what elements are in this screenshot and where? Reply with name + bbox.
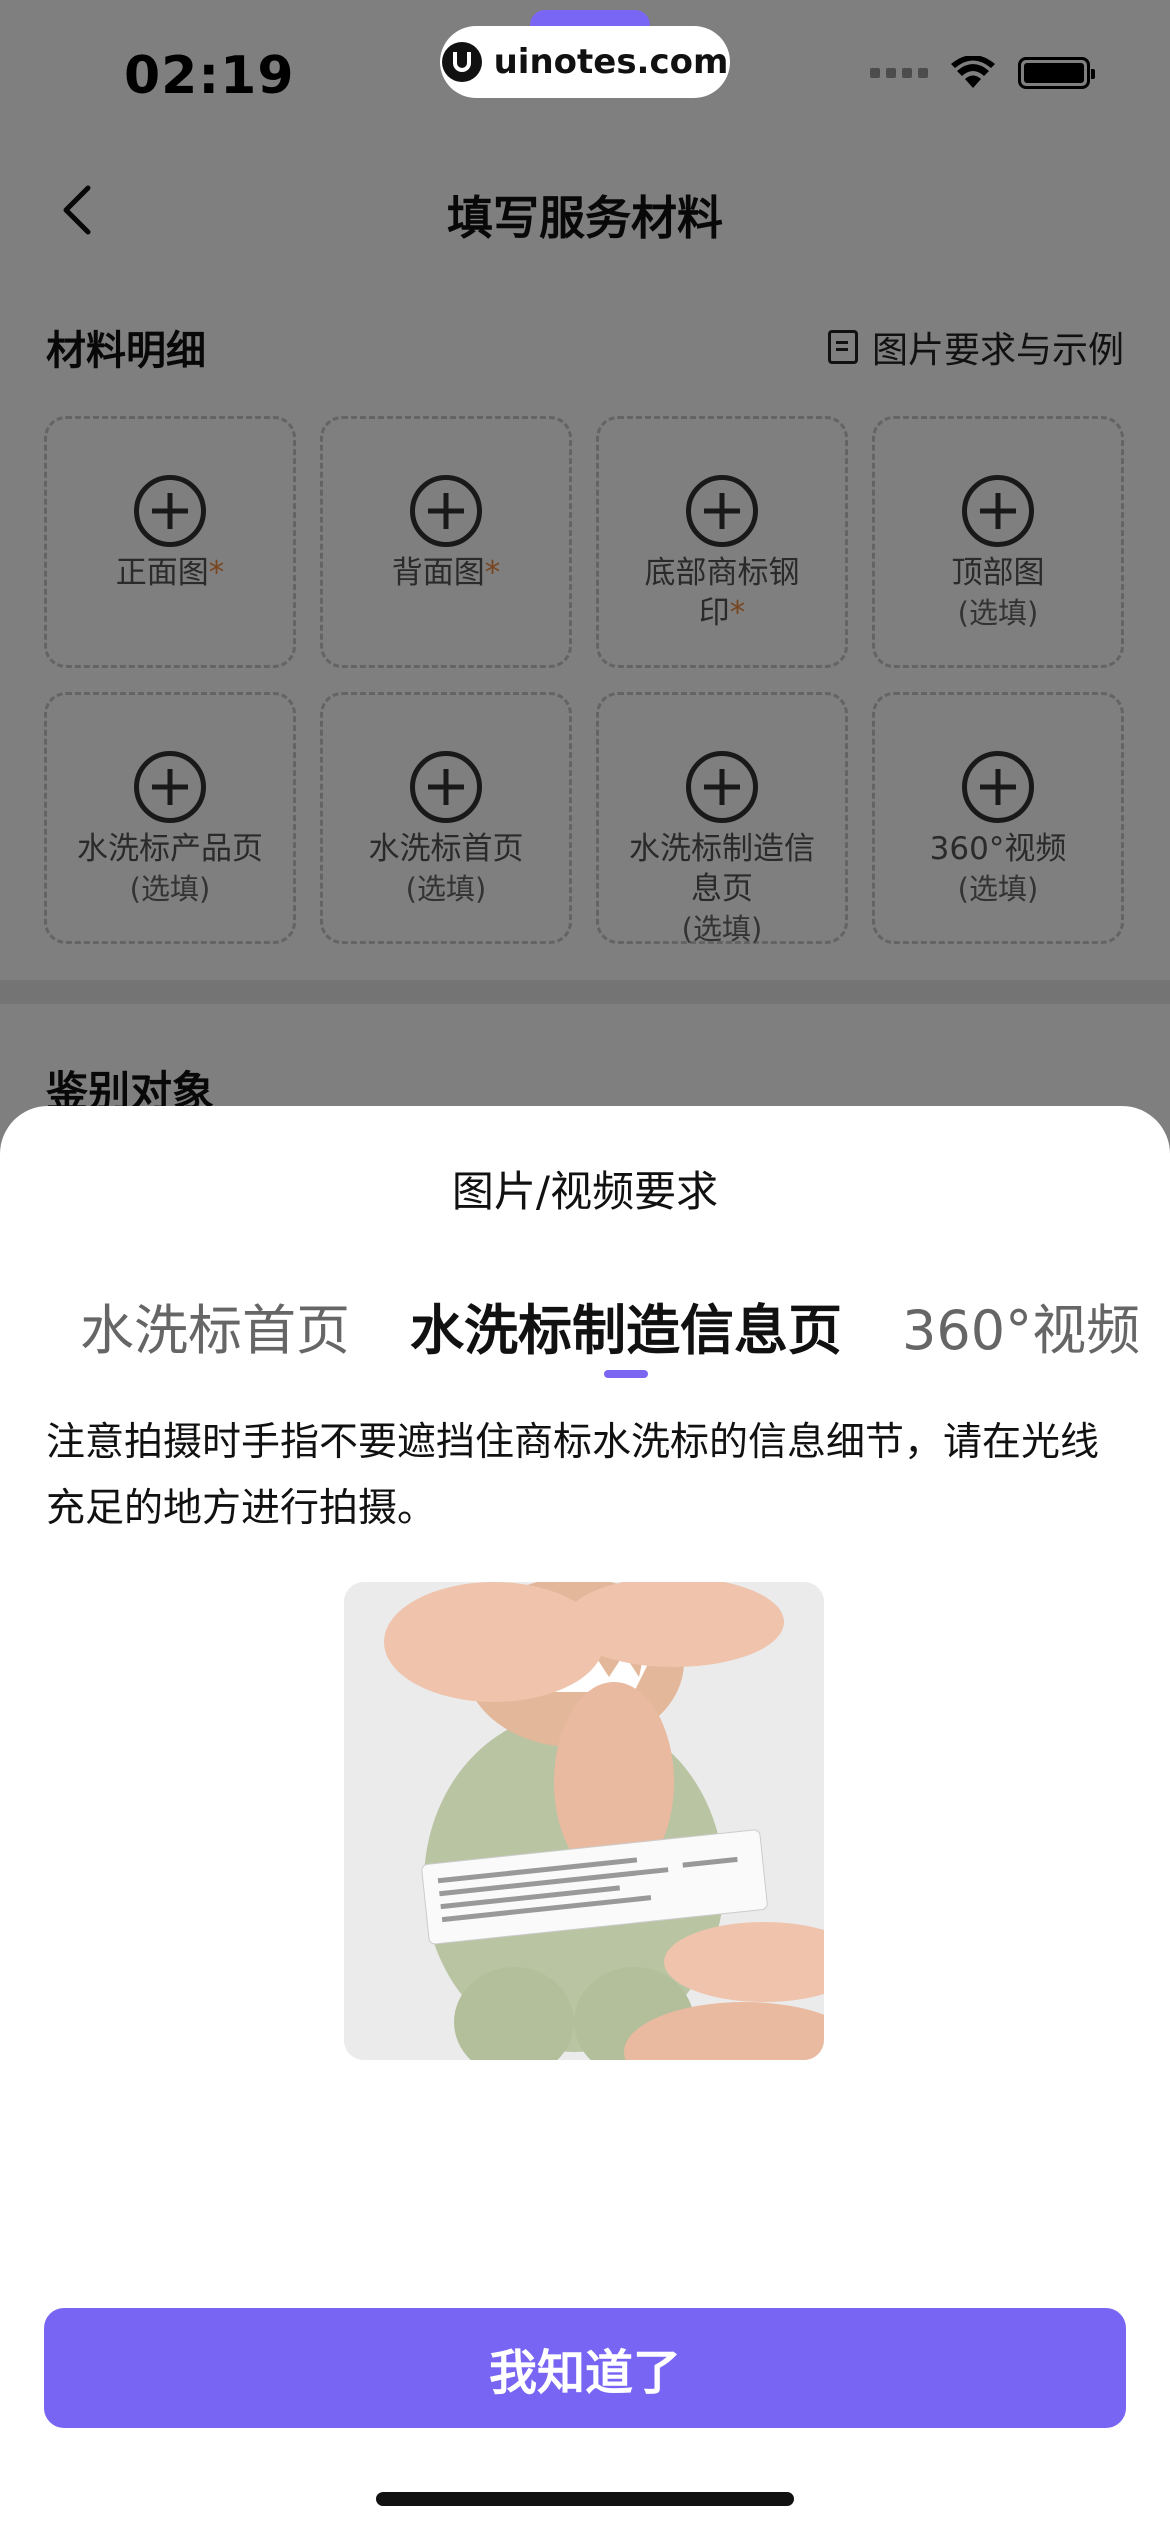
sheet-title: 图片/视频要求 (451, 1167, 719, 1216)
watermark-text: uinotes.com (493, 42, 729, 82)
tab-360-video[interactable]: 360°视频 (902, 1286, 1140, 1365)
active-tab-indicator (604, 1370, 648, 1378)
watermark-pill: uinotes.com (440, 26, 730, 98)
requirement-description: 注意拍摄时手指不要遮挡住商标水洗标的信息细节，请在光线充足的地方进行拍摄。 (46, 1420, 1100, 1531)
tab-wash-label-front[interactable]: 水洗标首页 (80, 1286, 350, 1365)
requirements-tabs: 水洗标首页 水洗标制造信息页 360°视频 (0, 1286, 1170, 1376)
sample-photo (344, 1582, 824, 2060)
requirements-bottom-sheet: 图片/视频要求 水洗标首页 水洗标制造信息页 360°视频 注意拍摄时手指不要遮… (0, 1106, 1170, 2532)
tab-wash-label-info[interactable]: 水洗标制造信息页 (410, 1286, 842, 1365)
home-indicator (376, 2492, 794, 2506)
uinotes-logo-icon (441, 42, 482, 82)
acknowledge-button[interactable]: 我知道了 (44, 2308, 1126, 2428)
